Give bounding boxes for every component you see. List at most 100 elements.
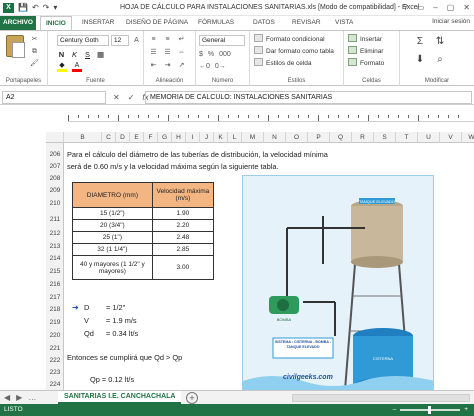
ribbon-display-icon[interactable]: ▭	[417, 2, 425, 13]
column-header[interactable]: U	[418, 132, 440, 143]
table-cell-diameter[interactable]: 20 (3/4")	[72, 219, 153, 232]
cut-icon[interactable]: ✂	[30, 35, 39, 44]
borders-icon[interactable]: ▦	[96, 50, 105, 59]
next-sheet-icon[interactable]: ▶	[16, 392, 22, 404]
tab-inicio[interactable]: INICIO	[40, 16, 72, 31]
delete-cells-button[interactable]: Eliminar	[348, 46, 383, 57]
column-header[interactable]: H	[172, 132, 186, 143]
font-color-icon[interactable]: A	[72, 62, 82, 72]
minimize-icon[interactable]: –	[433, 2, 437, 13]
column-header[interactable]: C	[102, 132, 116, 143]
signin-link[interactable]: Iniciar sesión	[432, 18, 470, 25]
row-header[interactable]: 213	[46, 241, 64, 253]
currency-button[interactable]: $	[199, 51, 203, 58]
column-header[interactable]: D	[116, 132, 130, 143]
row-header[interactable]: 219	[46, 317, 64, 329]
column-header[interactable]: J	[200, 132, 214, 143]
select-all-corner[interactable]	[46, 132, 64, 143]
tab-insertar[interactable]: INSERTAR	[82, 18, 114, 28]
orientation-icon[interactable]: ↗	[176, 61, 187, 70]
row-header[interactable]: 210	[46, 198, 64, 210]
row-header[interactable]: 215	[46, 266, 64, 278]
percent-button[interactable]: %	[208, 51, 214, 58]
row-header[interactable]: 221	[46, 343, 64, 355]
formula-input[interactable]: MEMORIA DE CALCULO: INSTALACIONES SANITA…	[145, 91, 472, 104]
table-cell-diameter[interactable]: 15 (1/2")	[72, 207, 153, 220]
merge-cells-icon[interactable]: ⇔	[176, 48, 187, 57]
font-size-select[interactable]: 12	[111, 35, 129, 46]
conditional-format-button[interactable]: Formato condicional	[254, 34, 325, 45]
tab-archivo[interactable]: ARCHIVO	[0, 16, 36, 30]
paste-icon[interactable]	[6, 35, 25, 58]
increase-indent-icon[interactable]: ⇥	[162, 61, 173, 70]
decrease-indent-icon[interactable]: ⇤	[148, 61, 159, 70]
row-header[interactable]: 222	[46, 355, 64, 367]
column-header[interactable]: P	[308, 132, 330, 143]
align-center-icon[interactable]: ☰	[162, 48, 173, 57]
decrease-decimal-button[interactable]: 0→	[215, 63, 226, 70]
calc-value-flow[interactable]: = 0.34 lt/s	[106, 329, 138, 338]
row-header[interactable]: 207	[46, 161, 64, 173]
more-sheets-icon[interactable]: …	[28, 392, 36, 404]
cell-styles-button[interactable]: Estilos de celda	[254, 58, 312, 69]
table-cell-velocity[interactable]: 2.20	[151, 219, 215, 232]
row-header[interactable]: 220	[46, 330, 64, 342]
calc-value-diameter[interactable]: = 1/2"	[106, 303, 125, 312]
redo-icon[interactable]: ↷	[43, 3, 50, 13]
row-header[interactable]: 208	[46, 173, 64, 185]
sheet-tab-active[interactable]: SANITARIAS I.E. CANCHACHALA	[58, 391, 182, 404]
customize-qat-icon[interactable]: ▾	[53, 3, 57, 13]
column-header[interactable]: E	[130, 132, 144, 143]
column-header[interactable]: O	[286, 132, 308, 143]
row-header[interactable]: 217	[46, 292, 64, 304]
format-as-table-button[interactable]: Dar formato como tabla	[254, 46, 334, 57]
zoom-knob[interactable]	[428, 406, 432, 414]
row-header[interactable]: 216	[46, 279, 64, 291]
table-cell-diameter[interactable]: 25 (1")	[72, 231, 153, 244]
column-header[interactable]: M	[242, 132, 264, 143]
table-cell-velocity[interactable]: 3.00	[151, 255, 215, 280]
table-cell-velocity[interactable]: 1.90	[151, 207, 215, 220]
column-header[interactable]: I	[186, 132, 200, 143]
thousands-button[interactable]: 000	[219, 51, 231, 58]
column-header[interactable]: V	[440, 132, 462, 143]
close-icon[interactable]: ✕	[463, 2, 470, 13]
calc-value-velocity[interactable]: = 1.9 m/s	[106, 316, 137, 325]
table-cell-velocity[interactable]: 2.85	[151, 243, 215, 256]
enter-icon[interactable]: ✓	[128, 91, 135, 104]
row-header[interactable]: 209	[46, 185, 64, 197]
column-header[interactable]: R	[352, 132, 374, 143]
tab-revisar[interactable]: REVISAR	[292, 18, 321, 28]
format-cells-button[interactable]: Formato	[348, 58, 384, 69]
table-cell-diameter[interactable]: 40 y mayores (1 1/2" y mayores)	[72, 255, 153, 280]
number-format-select[interactable]: General	[199, 35, 245, 46]
row-header[interactable]: 212	[46, 228, 64, 240]
copy-icon[interactable]: ⧉	[30, 47, 39, 56]
align-middle-icon[interactable]: ≡	[162, 35, 173, 44]
fill-icon[interactable]: ⬇	[414, 54, 426, 66]
tab-diseno-pagina[interactable]: DISEÑO DE PÁGINA	[126, 18, 188, 28]
water-system-illustration[interactable]: TANQUE ELEVADO BOMBA CISTERNA civilgeeks…	[242, 175, 434, 393]
zoom-out-icon[interactable]: –	[393, 404, 397, 416]
find-icon[interactable]: ⌕	[434, 54, 446, 66]
column-header[interactable]: W	[462, 132, 474, 143]
save-icon[interactable]: 💾	[18, 3, 28, 13]
name-box[interactable]: A2	[2, 91, 106, 104]
align-top-icon[interactable]: ≡	[148, 35, 159, 44]
tab-formulas[interactable]: FÓRMULAS	[198, 18, 234, 28]
tab-datos[interactable]: DATOS	[253, 18, 275, 28]
increase-decimal-button[interactable]: ←0	[199, 63, 210, 70]
underline-button[interactable]: S	[83, 50, 92, 59]
row-header[interactable]: 206	[46, 149, 64, 161]
column-header[interactable]: N	[264, 132, 286, 143]
maximize-icon[interactable]: ▢	[447, 2, 455, 13]
italic-button[interactable]: K	[70, 50, 79, 59]
row-header[interactable]: 214	[46, 253, 64, 265]
prev-sheet-icon[interactable]: ◀	[4, 392, 10, 404]
zoom-in-icon[interactable]: +	[464, 404, 468, 416]
row-header[interactable]: 211	[46, 214, 64, 226]
grow-font-icon[interactable]: A	[132, 36, 141, 45]
bold-button[interactable]: N	[57, 50, 66, 59]
table-cell-diameter[interactable]: 32 (1 1/4")	[72, 243, 153, 256]
cancel-icon[interactable]: ✕	[113, 91, 120, 104]
